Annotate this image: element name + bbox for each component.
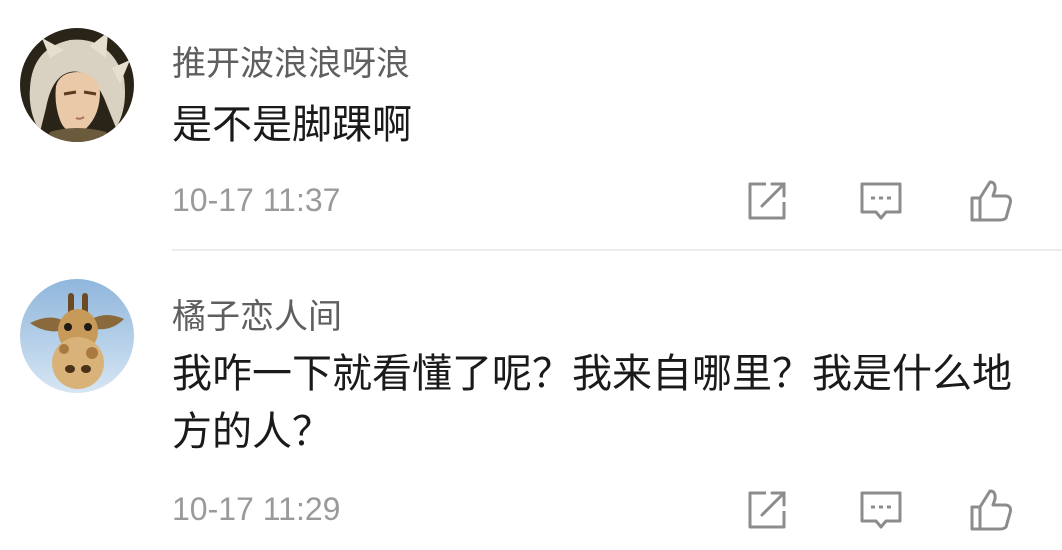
thumbs-up-icon [970,180,1012,222]
like-button[interactable] [966,485,1016,535]
reply-button[interactable] [856,485,906,535]
reply-comment-icon [860,491,902,529]
giraffe-avatar-icon [20,279,134,393]
comment-text: 是不是脚踝啊 [172,102,412,148]
username[interactable]: 橘子恋人间 [172,289,342,338]
user-avatar[interactable] [20,279,134,393]
comment-timestamp: 10-17 11:37 [172,182,341,218]
reply-comment-icon [860,182,902,220]
anime-character-avatar-icon [20,28,134,142]
username[interactable]: 推开波浪浪呀浪 [172,36,410,85]
comment-text: 我咋一下就看懂了呢？我来自哪里？我是什么地方的人？ [172,351,1012,455]
share-button[interactable] [742,176,792,226]
comment-item: 橘子恋人间 我咋一下就看懂了呢？我来自哪里？我是什么地方的人？ 10-17 11… [0,251,1062,550]
reply-button[interactable] [856,176,906,226]
thumbs-up-icon [970,489,1012,531]
user-avatar[interactable] [20,28,134,142]
share-icon [748,491,786,529]
share-button[interactable] [742,485,792,535]
like-button[interactable] [966,176,1016,226]
share-icon [748,182,786,220]
comment-timestamp: 10-17 11:29 [172,491,341,527]
comment-item: 推开波浪浪呀浪 是不是脚踝啊 10-17 11:37 [0,0,1062,250]
